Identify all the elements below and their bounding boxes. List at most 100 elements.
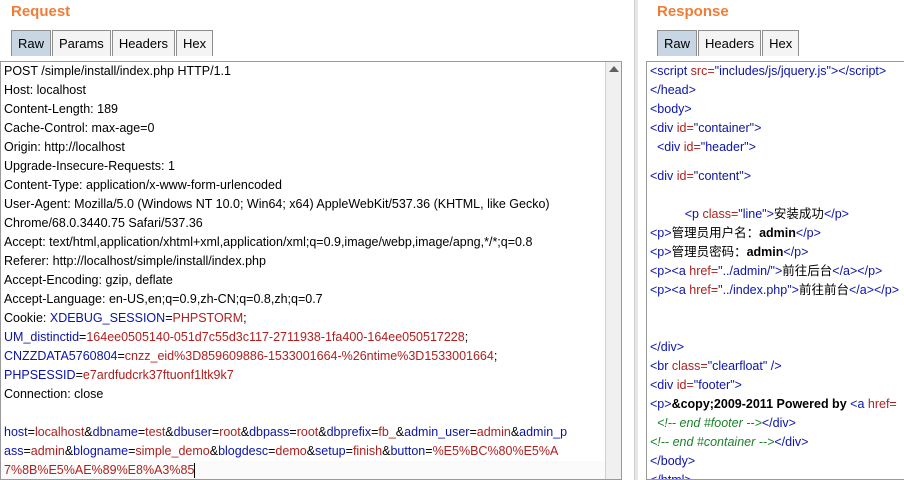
request-title: Request [11, 3, 71, 20]
body-param-name: ass [4, 444, 24, 458]
request-line: Content-Length: 189 [4, 102, 118, 116]
admin-user-value: admin [759, 226, 796, 240]
request-tabs: Raw Params Headers Hex [11, 30, 214, 56]
tab-hex[interactable]: Hex [175, 30, 214, 56]
body-param-name: host [4, 425, 28, 439]
request-line: Accept-Encoding: gzip, deflate [4, 273, 173, 287]
cookie-value: 164ee0505140-051d7c55d3c117-2711938-1fa4… [86, 330, 465, 344]
request-line: Origin: http://localhost [4, 140, 125, 154]
index-link: 前往前台 [798, 283, 849, 297]
response-line: <script src="includes/js/jquery.js"></sc… [650, 64, 887, 78]
request-line: Accept: text/html,application/xhtml+xml,… [4, 235, 533, 249]
tab-raw[interactable]: Raw [657, 30, 698, 56]
cookie-name: CNZZDATA5760804 [4, 349, 118, 363]
request-line: Cache-Control: max-age=0 [4, 121, 155, 135]
response-line: </html> [650, 473, 692, 480]
body-param-name: blogdesc [218, 444, 269, 458]
body-line: 7%8B%E5%AE%89%E8%A3%85 [1, 461, 621, 479]
container-id: container [698, 121, 750, 135]
response-line: <p class="line">安装成功</p> [684, 207, 849, 221]
body-param-value: demo [275, 444, 307, 458]
tab-headers[interactable]: Headers [111, 30, 175, 56]
body-value: 7%8B%E5%AE%89%E8%A3%85 [4, 463, 195, 477]
response-line: <p>管理员密码：admin</p> [650, 245, 809, 259]
request-line: Host: localhost [4, 83, 86, 97]
cookie-line: PHPSESSID=e7ardfudcrk37ftuonf1ltk9k7 [4, 368, 234, 382]
pane-divider[interactable] [634, 0, 638, 480]
tab-raw[interactable]: Raw [11, 30, 52, 56]
request-line: Chrome/68.0.3440.75 Safari/537.36 [4, 216, 203, 230]
footer-comment: <!-- end #footer --> [656, 416, 762, 430]
body-param-value: %E5%BC%80%E5%A [432, 444, 559, 458]
response-line: <br class="clearfloat" /> [650, 359, 782, 373]
request-line: Content-Type: application/x-www-form-url… [4, 178, 282, 192]
body-param-name: admin_user [404, 425, 470, 439]
request-line: Accept-Language: en-US,en;q=0.9,zh-CN;q=… [4, 292, 323, 306]
request-editor[interactable]: POST /simple/install/index.php HTTP/1.1 … [0, 61, 622, 480]
response-text: <script src="includes/js/jquery.js"></sc… [647, 62, 904, 480]
script-src: includes/js/jquery.js [719, 64, 827, 78]
admin-href: ../admin/ [722, 264, 771, 278]
container-comment: <!-- end #container --> [650, 435, 775, 449]
body-param-name: button [390, 444, 426, 458]
body-param-name: dbpass [249, 425, 290, 439]
admin-user-label: 管理员用户名： [671, 226, 760, 240]
admin-pass-value: admin [746, 245, 784, 259]
response-line: <p>&copy;2009-2011 Powered by <a href= [650, 397, 897, 411]
response-viewer[interactable]: <script src="includes/js/jquery.js"></sc… [646, 61, 904, 480]
cookie-line: Cookie: XDEBUG_SESSION=PHPSTORM; [4, 311, 247, 325]
request-scrollbar[interactable] [605, 62, 621, 479]
response-line: </div> [650, 340, 685, 354]
request-line: POST /simple/install/index.php HTTP/1.1 [4, 64, 231, 78]
response-line: <div id="header"> [656, 140, 756, 154]
cookie-value: e7ardfudcrk37ftuonf1ltk9k7 [82, 368, 234, 382]
body-param-value: finish [352, 444, 383, 458]
tab-hex[interactable]: Hex [762, 30, 800, 56]
scroll-up-icon[interactable] [609, 66, 619, 72]
body-param-value: admin [476, 425, 511, 439]
body-param-name: dbname [92, 425, 138, 439]
response-line: <!-- end #container --></div> [650, 435, 809, 449]
header-id: header [705, 140, 745, 154]
body-param-value: fb_ [378, 425, 396, 439]
response-line: <body> [650, 102, 692, 116]
tab-params[interactable]: Params [52, 30, 111, 56]
body-param-name: blogname [73, 444, 129, 458]
response-line: <!-- end #footer --></div> [656, 416, 796, 430]
request-text: POST /simple/install/index.php HTTP/1.1 … [1, 62, 621, 479]
index-href: ../index.php [722, 283, 788, 297]
body-param-name: dbprefix [326, 425, 372, 439]
request-line: Referer: http://localhost/simple/install… [4, 254, 266, 268]
cookie-name: PHPSESSID [4, 368, 76, 382]
cookie-line: UM_distinctid=164ee0505140-051d7c55d3c11… [4, 330, 469, 344]
body-param-value: localhost [34, 425, 85, 439]
tab-headers[interactable]: Headers [698, 30, 762, 56]
cookie-value: cnzz_eid%3D859609886-1533001664-%26ntime… [124, 349, 494, 363]
body-param-value: admin [30, 444, 65, 458]
cookie-name: XDEBUG_SESSION [49, 311, 166, 325]
line-class: line [742, 207, 763, 221]
cookie-name: UM_distinctid [4, 330, 80, 344]
clearfloat-class: clearfloat [712, 359, 763, 373]
admin-link: 前往后台 [782, 264, 833, 278]
response-line: <div id="footer"> [650, 378, 742, 392]
body-param-value: test [145, 425, 166, 439]
body-param-value: root [219, 425, 241, 439]
body-param-value: simple_demo [135, 444, 210, 458]
response-line: <p>管理员用户名：admin</p> [650, 226, 821, 240]
response-line: <div id="content"> [650, 169, 751, 183]
body-line: host=localhost&dbname=test&dbuser=root&d… [4, 425, 568, 439]
cookie-value: PHPSTORM [172, 311, 244, 325]
response-line: <p><a href="../index.php">前往前台</a></p> [650, 283, 900, 297]
response-tabs: Raw Headers Hex [657, 30, 800, 56]
response-line: </head> [650, 83, 696, 97]
body-param-name: setup [315, 444, 346, 458]
content-id: content [698, 169, 740, 183]
install-ok-text: 安装成功 [773, 207, 824, 221]
body-param-name: admin_p [519, 425, 568, 439]
response-line: <div id="container"> [650, 121, 762, 135]
